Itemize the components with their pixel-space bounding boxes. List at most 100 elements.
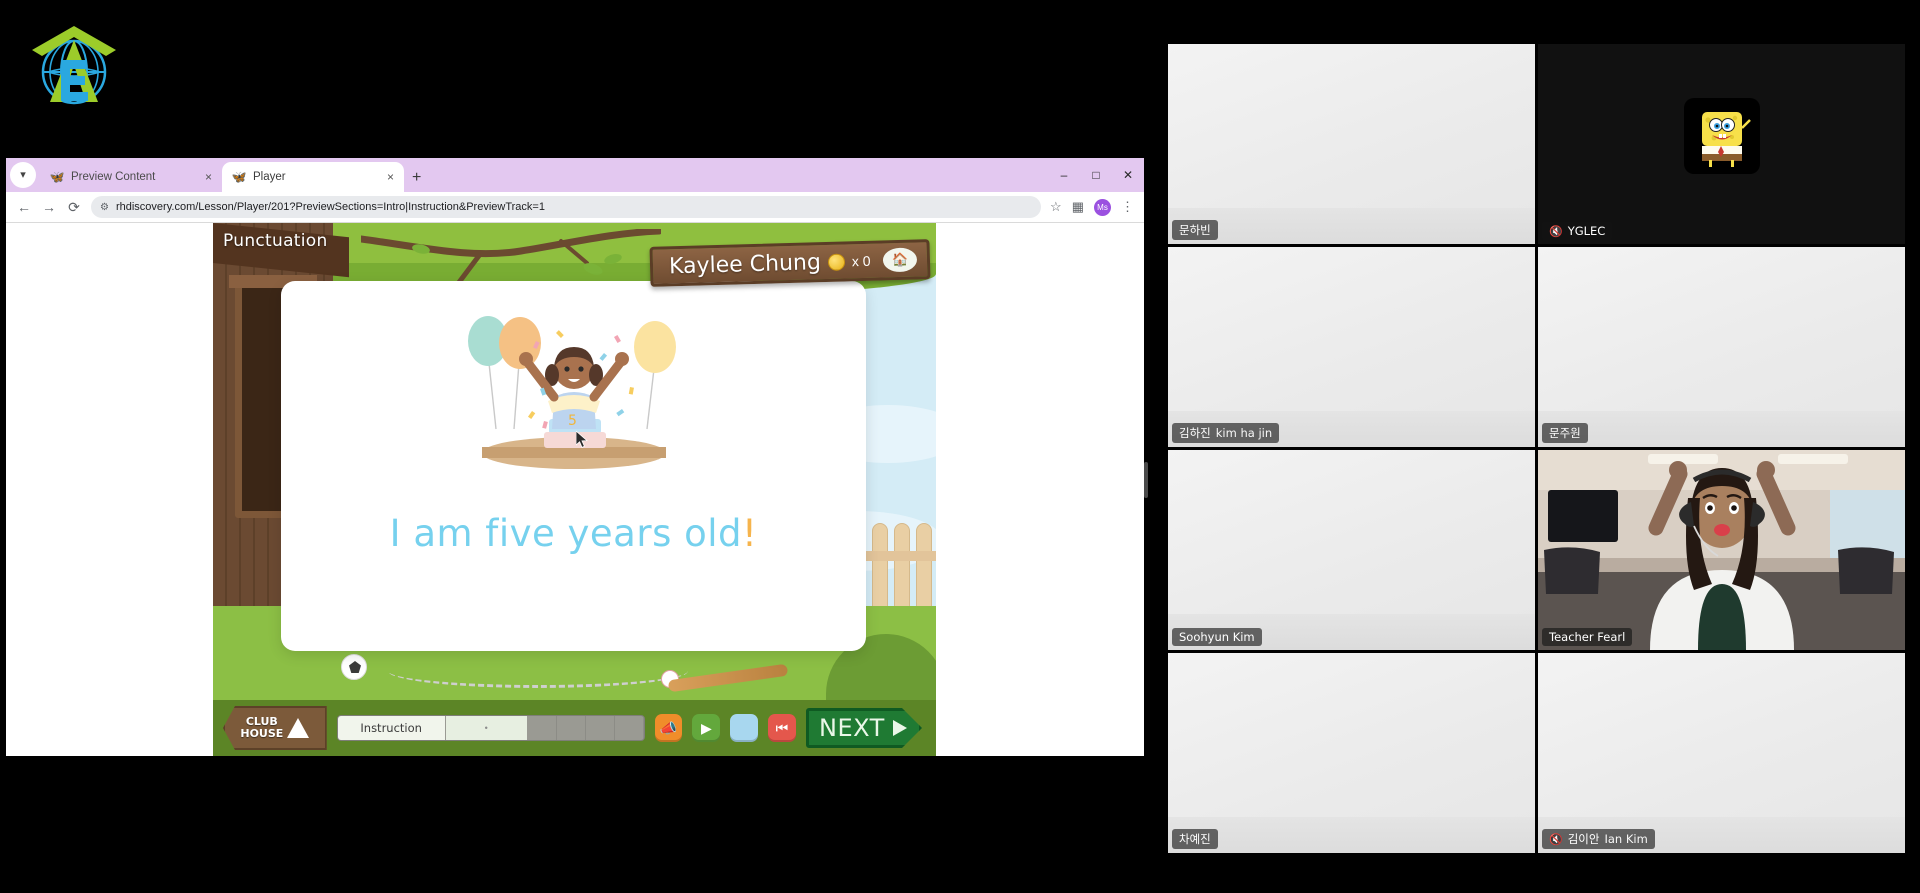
- address-bar[interactable]: ⚙ rhdiscovery.com/Lesson/Player/201?Prev…: [91, 196, 1042, 218]
- participant-subname: Ian Kim: [1604, 832, 1648, 846]
- toolbar-actions: ☆ ▦ Ms ⋮: [1050, 198, 1134, 216]
- video-tile[interactable]: 🔇 YGLEC: [1538, 44, 1905, 244]
- soccer-ball-icon: [341, 654, 367, 680]
- play-icon: ▶: [700, 720, 712, 736]
- participant-nameplate: 🔇 YGLEC: [1542, 222, 1613, 240]
- participant-name: YGLEC: [1567, 224, 1606, 238]
- kebab-menu-icon[interactable]: ⋮: [1121, 199, 1134, 215]
- lesson-stage: Punctuation Kaylee Chung x 0 🏠 5 I am fi…: [213, 223, 936, 756]
- muted-microphone-icon: 🔇: [1549, 224, 1563, 238]
- close-icon[interactable]: ×: [385, 171, 396, 183]
- rewind-button[interactable]: ⏮: [768, 714, 796, 742]
- player-toolbar: CLUB HOUSE Instruction • 📣 ▶ ⏮ NEXT: [213, 700, 936, 756]
- video-row: Soohyun Kim Teacher Fearl: [1168, 450, 1912, 650]
- tab-player[interactable]: 🦋 Player ×: [222, 162, 404, 192]
- participant-name: 문하빈: [1179, 223, 1211, 237]
- page-title: Punctuation: [223, 231, 328, 251]
- star-icon[interactable]: ☆: [1050, 199, 1062, 215]
- video-tile[interactable]: 문하빈: [1168, 44, 1535, 244]
- next-label: NEXT: [819, 714, 885, 742]
- close-window-button[interactable]: ✕: [1112, 158, 1144, 192]
- extensions-icon[interactable]: ▦: [1072, 199, 1084, 215]
- video-tile[interactable]: 문주원: [1538, 247, 1905, 447]
- participant-subname: kim ha jin: [1215, 426, 1273, 440]
- video-row: 문하빈 🔇 YGLEC: [1168, 44, 1912, 244]
- video-feed: [1168, 450, 1535, 650]
- jump-rope: [388, 654, 688, 688]
- video-feed: [1168, 247, 1535, 447]
- browser-tabstrip: ▾ 🦋 Preview Content × 🦋 Player × + – □ ✕: [6, 158, 1144, 192]
- play-button[interactable]: ▶: [692, 714, 721, 742]
- arrow-right-icon: [893, 720, 907, 736]
- chevron-down-icon[interactable]: ▾: [10, 162, 36, 188]
- lesson-progress-bar[interactable]: Instruction •: [336, 715, 645, 741]
- butterfly-icon: 🦋: [231, 170, 247, 184]
- tab-preview-content[interactable]: 🦋 Preview Content ×: [40, 162, 222, 192]
- progress-section-label: Instruction: [337, 716, 446, 740]
- butterfly-icon: 🦋: [49, 170, 65, 184]
- sentence-text: I am five years old: [389, 512, 743, 555]
- lesson-sentence: I am five years old!: [390, 512, 758, 555]
- participant-nameplate: 차예진: [1172, 829, 1218, 849]
- tab-label: Player: [253, 171, 286, 183]
- sentence-punctuation: !: [742, 512, 758, 555]
- screen-root: ▾ 🦋 Preview Content × 🦋 Player × + – □ ✕…: [0, 0, 1920, 893]
- tune-icon[interactable]: ⚙: [100, 202, 109, 213]
- minimize-button[interactable]: –: [1048, 158, 1080, 192]
- rewind-icon: ⏮: [775, 720, 789, 736]
- video-tile-active-speaker[interactable]: Teacher Fearl: [1538, 450, 1905, 650]
- video-feed: [1168, 44, 1535, 244]
- tab-label: Preview Content: [71, 171, 156, 183]
- muted-microphone-icon: 🔇: [1549, 832, 1563, 846]
- participant-name: 김이안: [1567, 832, 1600, 846]
- clubhouse-button[interactable]: CLUB HOUSE: [223, 706, 327, 750]
- page-drag-handle[interactable]: [1144, 462, 1148, 498]
- back-button[interactable]: ←: [16, 200, 32, 214]
- sound-effects-button[interactable]: 📣: [654, 714, 683, 742]
- url-text: rhdiscovery.com/Lesson/Player/201?Previe…: [115, 201, 545, 213]
- video-tile[interactable]: 김하진 kim ha jin: [1168, 247, 1535, 447]
- lesson-player-viewport: Punctuation Kaylee Chung x 0 🏠 5 I am fi…: [6, 223, 1144, 756]
- video-feed: [1538, 450, 1905, 650]
- up-arrow-icon: [287, 718, 310, 738]
- close-icon[interactable]: ×: [203, 171, 214, 183]
- forward-button[interactable]: →: [41, 200, 57, 214]
- student-name-sign: Kaylee Chung x 0 🏠: [649, 239, 931, 287]
- window-controls: – □ ✕: [1048, 158, 1144, 192]
- participant-nameplate: Soohyun Kim: [1172, 628, 1262, 646]
- clubhouse-line2: HOUSE: [240, 727, 284, 740]
- progress-current-step[interactable]: •: [445, 716, 528, 740]
- participant-nameplate: 문하빈: [1172, 220, 1218, 240]
- svg-text:5: 5: [568, 413, 577, 429]
- participant-name: 문주원: [1549, 426, 1581, 440]
- video-tile[interactable]: 🔇 김이안 Ian Kim: [1538, 653, 1905, 853]
- avatar[interactable]: Ms: [1094, 198, 1111, 216]
- spongebob-avatar: [1683, 98, 1760, 174]
- browser-window: ▾ 🦋 Preview Content × 🦋 Player × + – □ ✕…: [6, 158, 1144, 756]
- video-tile[interactable]: 차예진: [1168, 653, 1535, 853]
- video-feed: [1538, 247, 1905, 447]
- participant-nameplate: Teacher Fearl: [1542, 628, 1633, 646]
- next-button[interactable]: NEXT: [806, 708, 922, 748]
- student-name: Kaylee Chung: [668, 249, 822, 279]
- participant-name: Teacher Fearl: [1549, 630, 1626, 644]
- participant-name: 차예진: [1179, 832, 1211, 846]
- blank-button[interactable]: [730, 714, 759, 742]
- participant-name: 김하진: [1179, 426, 1211, 440]
- lesson-content-card: 5 I am five years old!: [281, 281, 866, 651]
- video-row: 차예진 🔇 김이안 Ian Kim: [1168, 653, 1912, 853]
- coin-count: x 0: [851, 252, 871, 270]
- participant-nameplate: 🔇 김이안 Ian Kim: [1542, 829, 1655, 849]
- maximize-button[interactable]: □: [1080, 158, 1112, 192]
- video-feed: [1538, 653, 1905, 853]
- new-tab-button[interactable]: +: [412, 170, 421, 186]
- treehouse-icon[interactable]: 🏠: [882, 247, 918, 273]
- progress-remaining-steps[interactable]: [528, 716, 644, 740]
- mouse-cursor-icon: [576, 431, 588, 448]
- megaphone-icon: 📣: [659, 720, 678, 736]
- video-conference-grid: 문하빈 🔇 YGLEC 김하진 kim ha jin 문주원 Soohyun K…: [1168, 44, 1912, 864]
- video-tile[interactable]: Soohyun Kim: [1168, 450, 1535, 650]
- participant-nameplate: 김하진 kim ha jin: [1172, 423, 1280, 443]
- reload-button[interactable]: ⟳: [66, 200, 82, 214]
- video-feed: [1168, 653, 1535, 853]
